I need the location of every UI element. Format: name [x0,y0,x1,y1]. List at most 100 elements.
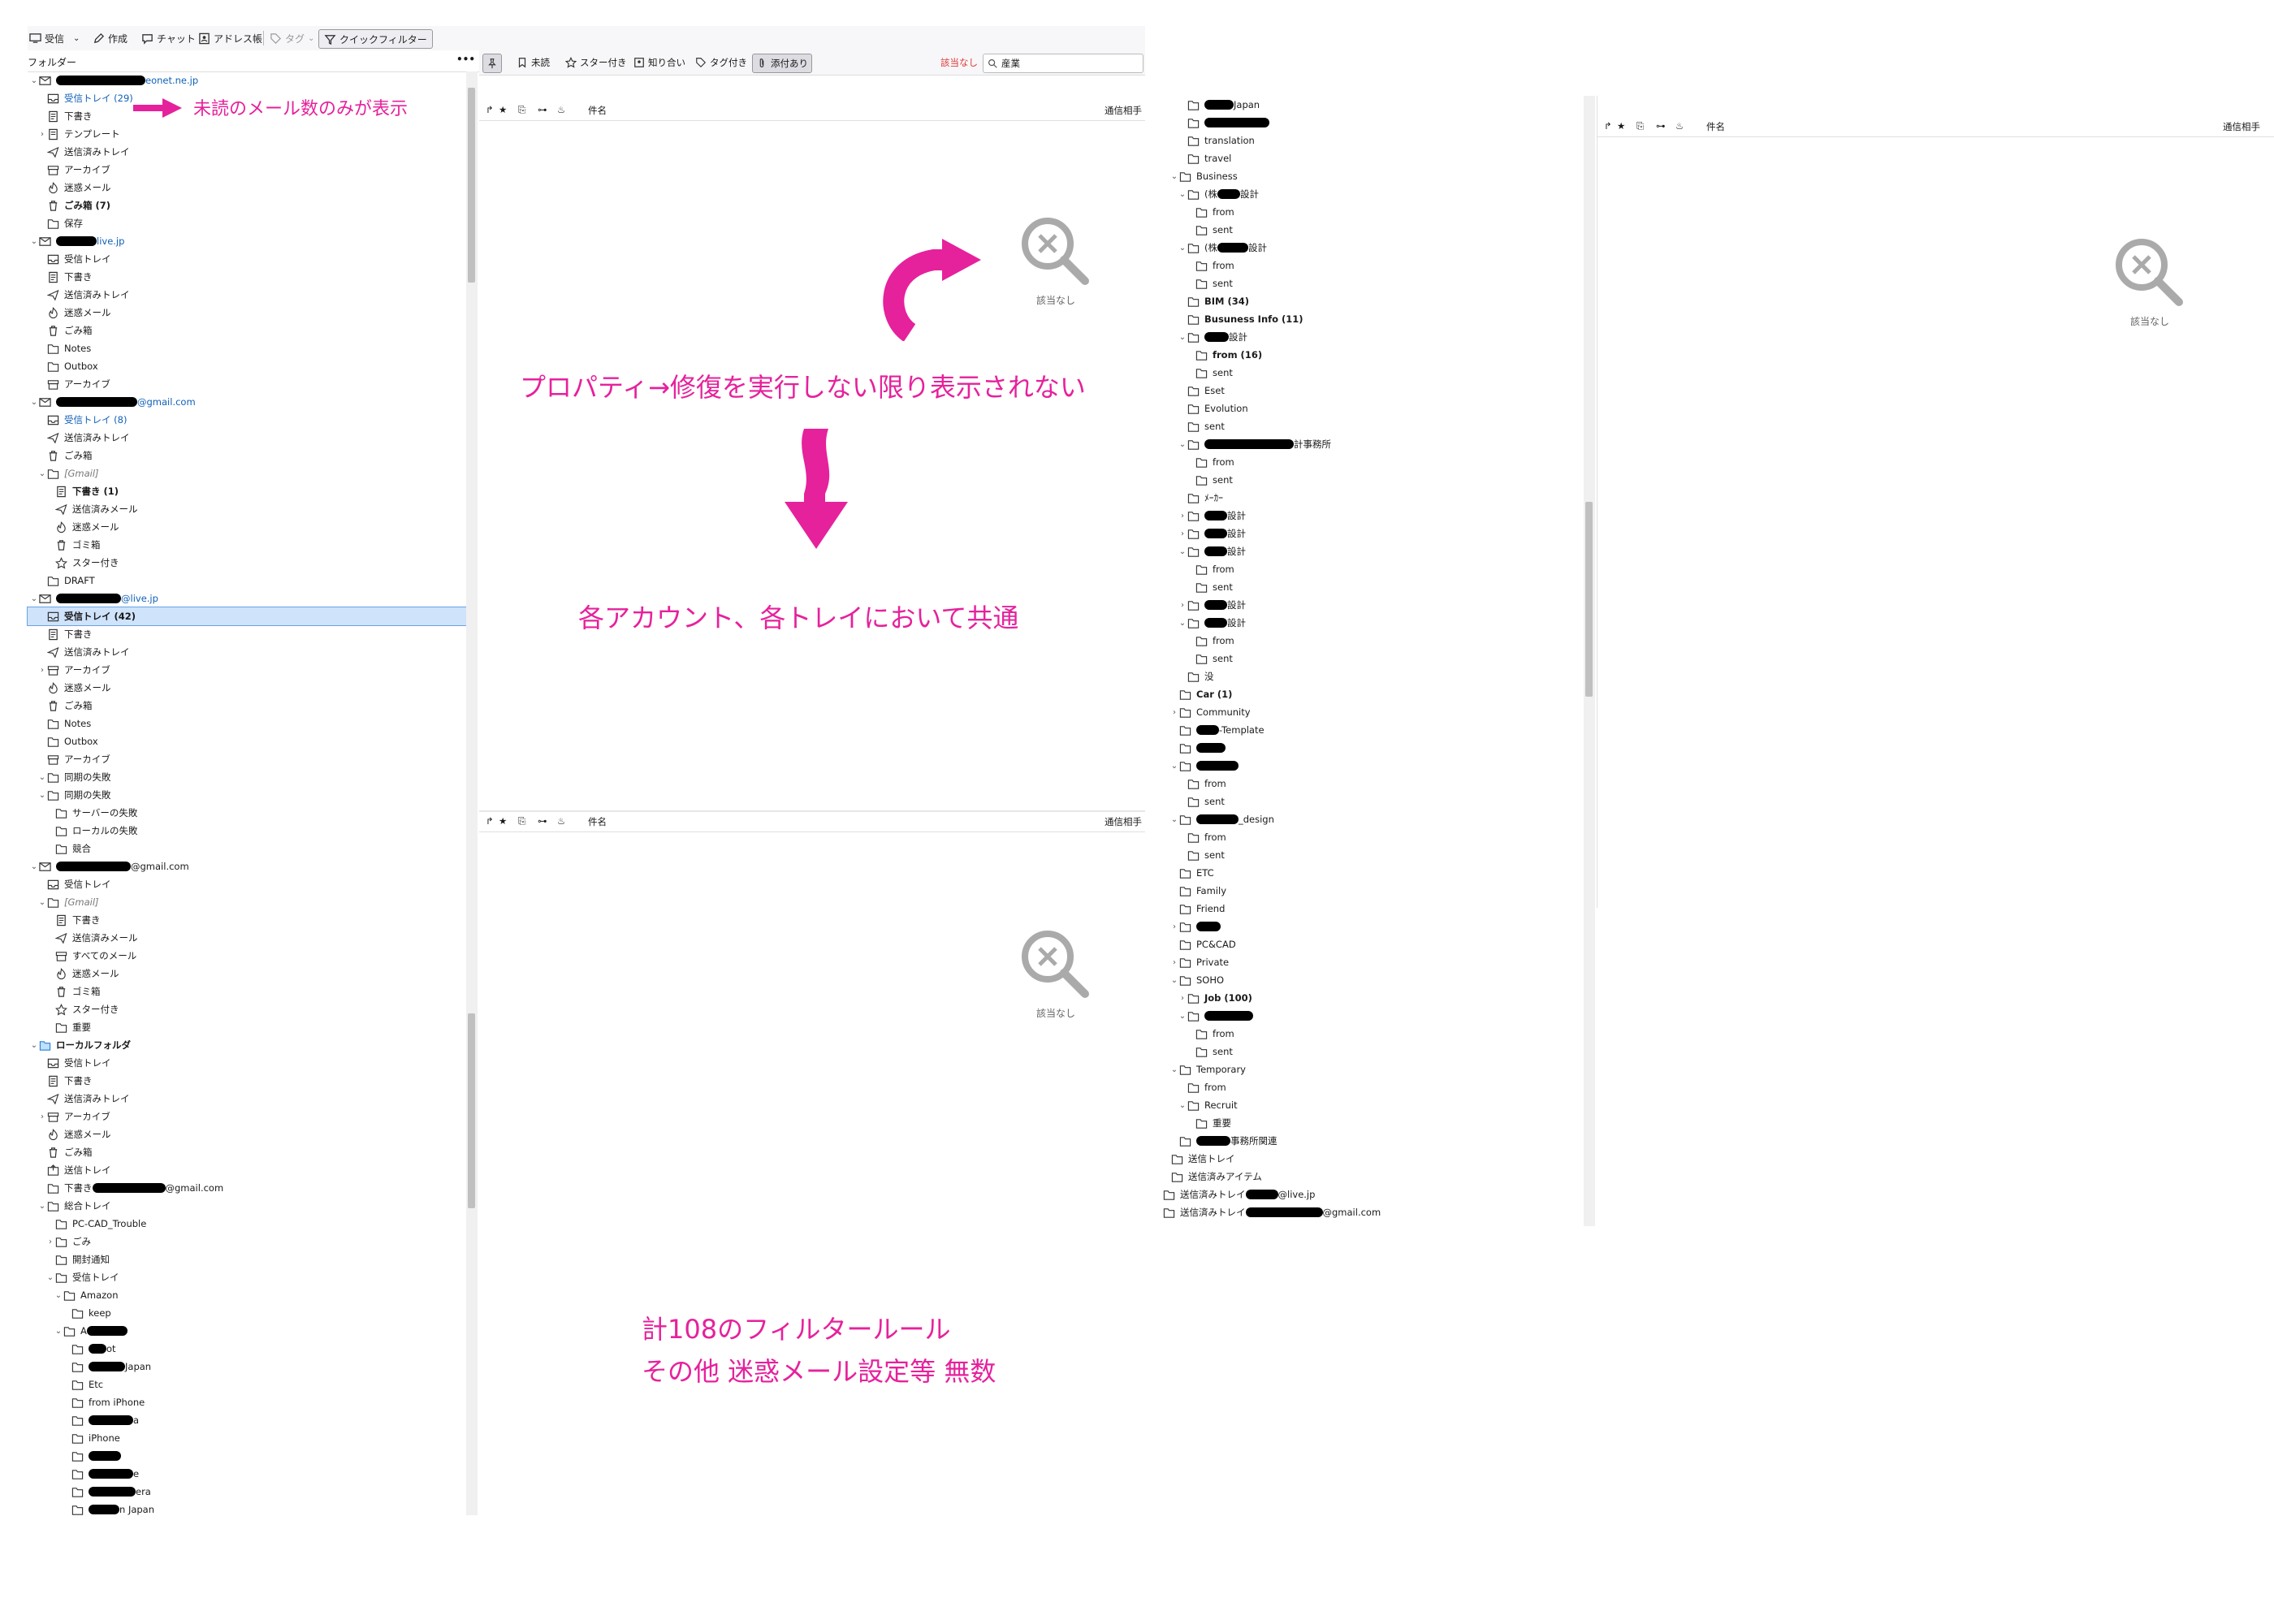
twisty-icon[interactable]: ⌄ [29,398,39,407]
folder-row[interactable]: ごみ箱 [28,1143,466,1161]
folder-row[interactable]: 保存 [28,214,466,232]
folder-row[interactable]: ﾒｰｶｰ [1153,489,1592,507]
folder-row[interactable]: travel [1153,149,1592,167]
subject-column[interactable]: 件名 [588,104,607,117]
twisty-icon[interactable]: › [1169,958,1179,967]
correspondent-column[interactable]: 通信相手 [1105,104,1142,117]
tags-filter-button[interactable]: タグ付き [695,50,747,75]
twisty-icon[interactable]: ⌄ [29,862,39,871]
folder-row[interactable]: 送信済みアイテム [1153,1168,1592,1186]
folder-row[interactable]: from iPhone [28,1393,466,1411]
twisty-icon[interactable]: ⌄ [1169,172,1179,181]
folder-row[interactable]: era [28,1483,466,1501]
folder-row[interactable]: Etc [28,1376,466,1393]
folder-row[interactable]: ⌄ [Gmail] [28,464,466,482]
twisty-icon[interactable]: ⌄ [1169,815,1179,824]
folder-row[interactable]: 送信済みトレイ @live.jp [1153,1186,1592,1203]
folder-row[interactable]: ⌄ ローカルフォルダ [28,1036,466,1054]
folder-row[interactable]: 受信トレイ [28,250,466,268]
quick-filter-button[interactable]: クイックフィルター [318,29,433,49]
folder-row[interactable]: ⌄ Amazon [28,1286,466,1304]
folder-row[interactable]: keep [28,1304,466,1322]
paperclip-icon[interactable]: ⎘ [518,815,525,827]
folder-row[interactable]: ⌄ @gmail.com [28,393,466,411]
folder-row[interactable]: ⌄ 設計 [1153,542,1592,560]
folder-row[interactable]: from [1153,203,1592,221]
folder-row[interactable]: from [1153,560,1592,578]
folder-row[interactable]: 迷惑メール [28,679,466,697]
scroll-thumb[interactable] [1585,502,1593,697]
twisty-icon[interactable]: ⌄ [1178,619,1187,628]
folder-row[interactable]: 迷惑メール [28,1125,466,1143]
folder-row[interactable]: ごみ箱 [28,697,466,715]
folder-row[interactable]: › Job (100) [1153,989,1592,1007]
folder-row[interactable]: -Template [1153,721,1592,739]
twisty-icon[interactable]: › [37,1112,47,1121]
folder-row[interactable]: 迷惑メール [28,179,466,197]
folder-row[interactable]: sent [1153,650,1592,667]
folder-row[interactable]: Family [1153,882,1592,900]
twisty-icon[interactable]: ⌄ [1178,1101,1187,1110]
folder-row[interactable]: ⌄ 同期の失敗 [28,786,466,804]
folder-row[interactable]: 迷惑メール [28,304,466,322]
quick-filter-search[interactable]: 産業 [983,54,1143,73]
folder-row[interactable]: 受信トレイ (8) [28,411,466,429]
folder-row[interactable]: 送信済みトレイ [28,143,466,161]
address-book-button[interactable]: アドレス帳 [198,26,262,50]
folder-row[interactable]: ⌄ live.jp [28,232,466,250]
folder-row[interactable]: › アーカイブ [28,1108,466,1125]
twisty-icon[interactable]: ⌄ [29,594,39,603]
folder-row[interactable]: 下書き @gmail.com [28,1179,466,1197]
folder-row[interactable]: ゴミ箱 [28,536,466,554]
folder-row[interactable]: ⌄ @gmail.com [28,857,466,875]
scroll-thumb[interactable] [468,88,475,283]
folder-row[interactable]: Japan [28,1358,466,1376]
folder-row[interactable]: 下書き [28,1072,466,1090]
folder-row[interactable]: Busuness Info (11) [1153,310,1592,328]
folder-row[interactable]: ⌄ A [28,1322,466,1340]
folder-row[interactable]: Japan [1153,96,1592,114]
thread-icon[interactable]: ↱ [1604,120,1612,132]
get-messages-dropdown[interactable]: ⌄ [73,26,80,50]
folder-row[interactable]: Evolution [1153,400,1592,417]
subject-column[interactable]: 件名 [588,815,607,828]
chat-button[interactable]: チャット [141,26,196,50]
folder-row[interactable]: sent [1153,846,1592,864]
folder-row[interactable]: ⌄ Temporary [1153,1060,1592,1078]
folder-row[interactable]: sent [1153,364,1592,382]
folder-row[interactable]: 事務所関連 [1153,1132,1592,1150]
folder-row[interactable]: すべてのメール [28,947,466,965]
read-status-icon[interactable]: ⊶ [1656,120,1666,132]
folder-row[interactable]: Notes [28,715,466,732]
unread-filter-button[interactable]: 未読 [517,50,550,75]
folder-row[interactable]: sent [1153,1043,1592,1060]
twisty-icon[interactable]: ⌄ [1178,440,1187,449]
twisty-icon[interactable]: › [1169,708,1179,717]
folder-row[interactable]: 下書き [28,625,466,643]
twisty-icon[interactable]: › [45,1237,55,1246]
folder-row[interactable]: ⌄ 設計 [1153,614,1592,632]
twisty-icon[interactable]: ⌄ [54,1291,63,1300]
read-status-icon[interactable]: ⊶ [538,104,547,115]
folder-row[interactable]: from (16) [1153,346,1592,364]
folder-row[interactable]: ⌄ 計事務所 [1153,435,1592,453]
folder-row[interactable] [1153,739,1592,757]
folder-row[interactable]: Outbox [28,732,466,750]
folder-row[interactable]: BIM (34) [1153,292,1592,310]
folder-row[interactable]: 送信済みトレイ @gmail.com [1153,1203,1592,1221]
folder-row[interactable]: 没 [1153,667,1592,685]
thread-icon[interactable]: ↱ [486,815,494,827]
folder-pane-menu-icon[interactable]: ••• [456,54,475,65]
twisty-icon[interactable]: ⌄ [45,1273,55,1282]
folder-row[interactable]: 下書き [28,268,466,286]
folder-row[interactable]: ⌄ (株 設計 [1153,239,1592,257]
twisty-icon[interactable]: ⌄ [37,1202,47,1211]
folder-row[interactable]: › [1153,918,1592,935]
folder-row[interactable]: 競合 [28,840,466,857]
twisty-icon[interactable]: › [1178,601,1187,610]
folder-row[interactable]: › ごみ [28,1233,466,1250]
folder-row[interactable]: ⌄ 総合トレイ [28,1197,466,1215]
folder-row[interactable]: 送信トレイ [1153,1150,1592,1168]
folder-row[interactable]: Outbox [28,357,466,375]
scroll-thumb[interactable] [468,1013,475,1208]
